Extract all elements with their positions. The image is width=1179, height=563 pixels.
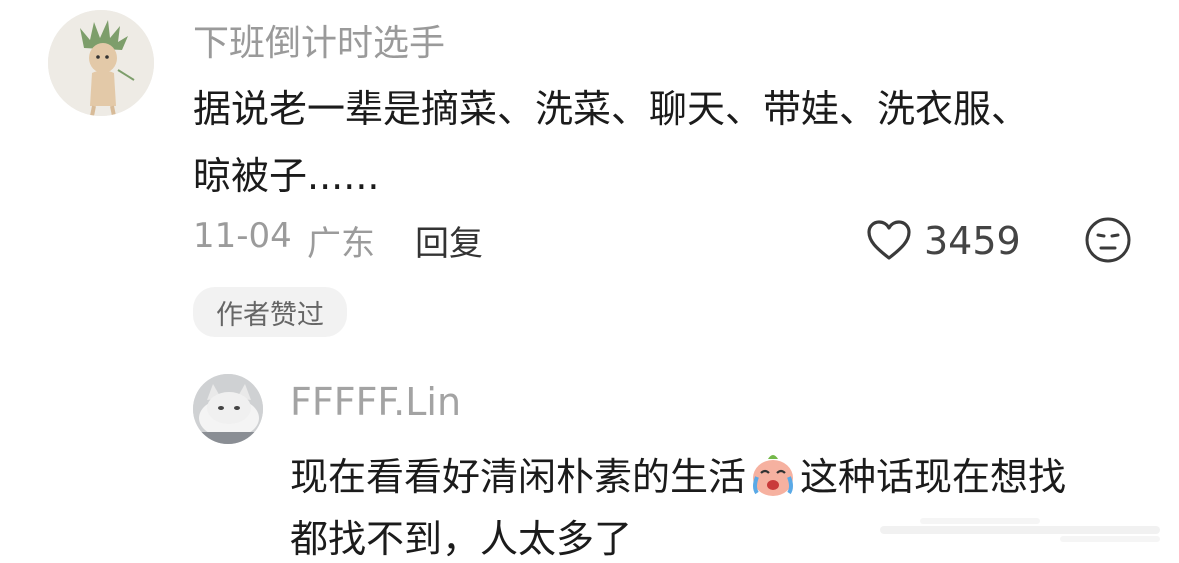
comment-location: 广东 [307,224,375,264]
comment-username[interactable]: 下班倒计时选手 [193,14,445,66]
reply-username[interactable]: FFFFF.Lin [290,380,461,424]
comment-text-line1: 据说老一辈是摘菜、洗菜、聊天、带娃、洗衣服、 [193,87,1030,131]
reply-text-line2: 都找不到，人太多了 [290,517,633,561]
comment-date: 11-04 [193,216,292,256]
comment-text-line2: 晾被子...... [193,154,380,198]
reply-text-line1: 现在看看好清闲朴素的生活 这种话现在想找 [290,446,1066,501]
avatar-reply[interactable] [193,374,263,444]
avatar-main[interactable] [48,10,154,116]
reply-text-part1: 现在看看好清闲朴素的生活 [290,455,747,499]
watermark-logo [880,512,1170,548]
reply-button[interactable]: 回复 [415,216,483,265]
like-button[interactable]: 3459 [866,218,1026,264]
author-liked-badge: 作者赞过 [193,287,347,337]
neutral-face-icon[interactable] [1084,216,1132,264]
heart-outline-icon [866,220,912,262]
crying-emoji [748,449,798,499]
reply-text-part2: 这种话现在想找 [800,455,1067,499]
like-count: 3459 [924,219,1021,263]
